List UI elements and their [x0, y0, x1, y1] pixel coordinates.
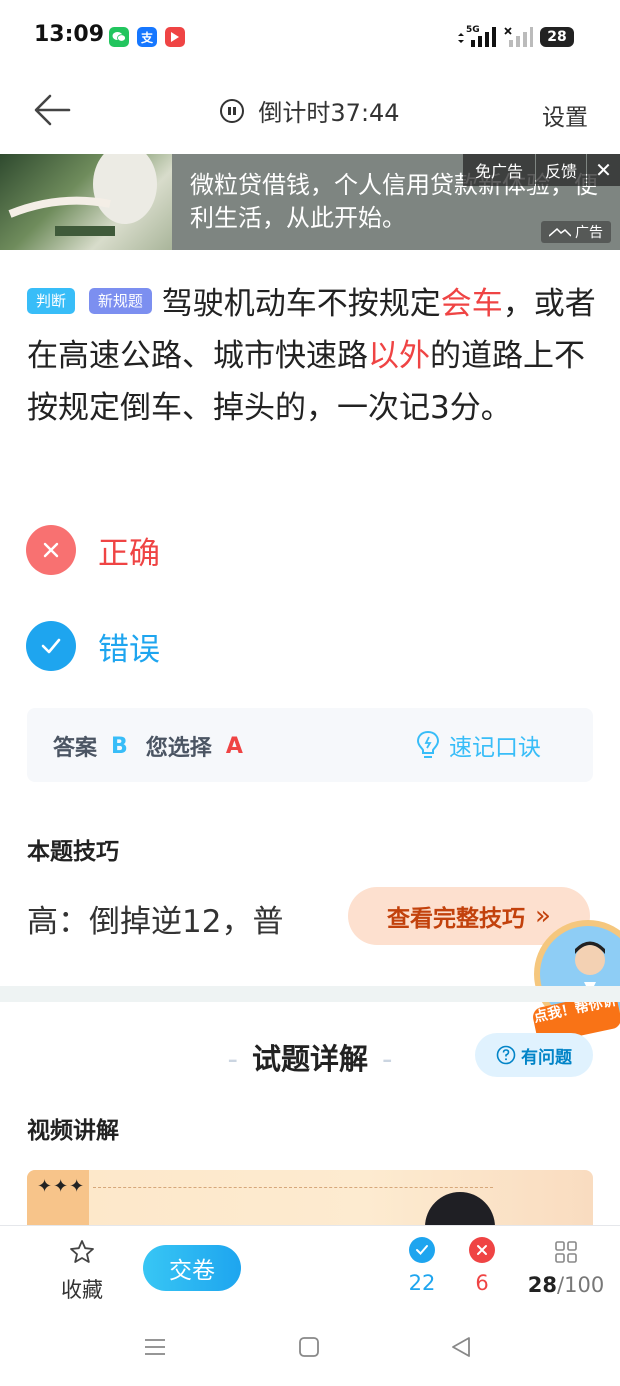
- ad-tag-label: 广告: [575, 225, 603, 241]
- option-wrong[interactable]: 错误: [26, 621, 160, 671]
- data-transfer-icon: [457, 28, 465, 47]
- ad-network-icon: [549, 227, 571, 237]
- question-segment: 驾驶机动车不按规定: [161, 286, 441, 322]
- grid-icon: [555, 1241, 577, 1263]
- recent-apps-button[interactable]: [143, 1336, 167, 1362]
- dash-decoration: -: [382, 1042, 393, 1076]
- video-card[interactable]: ✦✦✦: [27, 1170, 593, 1230]
- current-question-number: 28: [527, 1273, 558, 1297]
- video-app-icon: [165, 27, 185, 47]
- alipay-icon: 支: [137, 27, 157, 47]
- option-correct[interactable]: 正确: [26, 525, 160, 575]
- correct-count-value: 22: [408, 1271, 436, 1295]
- report-issue-label: 有问题: [521, 1047, 572, 1068]
- detail-title-text: 试题详解: [251, 1042, 368, 1076]
- signal-strength-icon: [470, 26, 498, 52]
- question-type-tag: 判断: [27, 287, 76, 314]
- question-keyword: 会车: [440, 286, 503, 322]
- answer-label: 答案: [53, 736, 98, 761]
- home-button[interactable]: [298, 1336, 320, 1362]
- ad-close-button[interactable]: ✕: [587, 154, 620, 186]
- question-navigator[interactable]: 28/100: [520, 1237, 612, 1297]
- check-mark-icon: [26, 621, 76, 671]
- pause-icon[interactable]: [220, 98, 245, 123]
- lightbulb-icon: [416, 730, 440, 758]
- menu-icon: [145, 1339, 165, 1355]
- remove-ad-button[interactable]: 免广告: [463, 154, 535, 186]
- view-full-tips-label: 查看完整技巧: [387, 906, 526, 932]
- star-icon: [70, 1240, 94, 1263]
- stars-decoration: ✦✦✦: [37, 1176, 86, 1197]
- tips-title: 本题技巧: [27, 839, 119, 865]
- answer-box: 答案 B 您选择 A 速记口诀: [27, 708, 593, 782]
- report-issue-button[interactable]: 有问题: [475, 1033, 593, 1077]
- system-back-button[interactable]: [450, 1336, 472, 1362]
- dashed-line: [93, 1187, 493, 1188]
- ad-image: [0, 154, 172, 250]
- wechat-icon: [109, 27, 129, 47]
- wrong-count[interactable]: 6: [460, 1237, 504, 1295]
- countdown-label: 倒计时37:44: [258, 99, 400, 127]
- battery-indicator: 28: [540, 27, 574, 47]
- tips-preview: 高：倒掉逆12，普: [27, 904, 284, 940]
- mnemonic-label: 速记口诀: [449, 735, 541, 761]
- question-circle-icon: [496, 1045, 516, 1065]
- section-divider: [0, 986, 620, 1002]
- close-icon: ✕: [595, 158, 612, 182]
- square-icon: [299, 1337, 319, 1357]
- countdown-timer: 倒计时37:44: [0, 93, 620, 128]
- option-label: 错误: [98, 631, 160, 668]
- your-choice-label: 您选择: [145, 736, 212, 761]
- favorite-button[interactable]: 收藏: [52, 1238, 112, 1304]
- ad-banner[interactable]: 微粒贷借钱，个人信用贷款新体验，便利生活，从此开始。 免广告 反馈 ✕ 广告: [0, 154, 620, 250]
- x-circle-icon: [469, 1237, 495, 1263]
- option-label: 正确: [98, 535, 160, 572]
- dash-decoration: -: [227, 1042, 238, 1076]
- system-nav-bar: [0, 1320, 620, 1386]
- total-questions: /100: [557, 1273, 605, 1297]
- question-keyword: 以外: [368, 338, 430, 374]
- question-text: 判断 新规题 驾驶机动车不按规定会车，或者在高速公路、城市快速路以外的道路上不按…: [27, 278, 597, 434]
- wrong-count-value: 6: [475, 1271, 489, 1295]
- tutor-mascot[interactable]: 点我！帮你讲: [531, 916, 620, 1045]
- new-rule-tag: 新规题: [88, 287, 152, 314]
- status-time: 13:09: [34, 22, 105, 47]
- submit-exam-button[interactable]: 交卷: [143, 1245, 241, 1291]
- check-circle-icon: [409, 1237, 435, 1263]
- correct-count[interactable]: 22: [400, 1237, 444, 1295]
- video-section-title: 视频讲解: [27, 1118, 119, 1144]
- mnemonic-button[interactable]: 速记口诀: [415, 728, 541, 762]
- triangle-back-icon: [452, 1337, 470, 1357]
- settings-button[interactable]: 设置: [542, 98, 588, 132]
- wrong-mark-icon: [26, 525, 76, 575]
- ad-feedback-button[interactable]: 反馈: [536, 154, 586, 186]
- favorite-label: 收藏: [61, 1278, 103, 1302]
- answer-value: B: [111, 733, 128, 759]
- your-choice-value: A: [225, 733, 243, 759]
- ad-tag: 广告: [541, 221, 611, 243]
- no-signal-icon: [504, 26, 534, 52]
